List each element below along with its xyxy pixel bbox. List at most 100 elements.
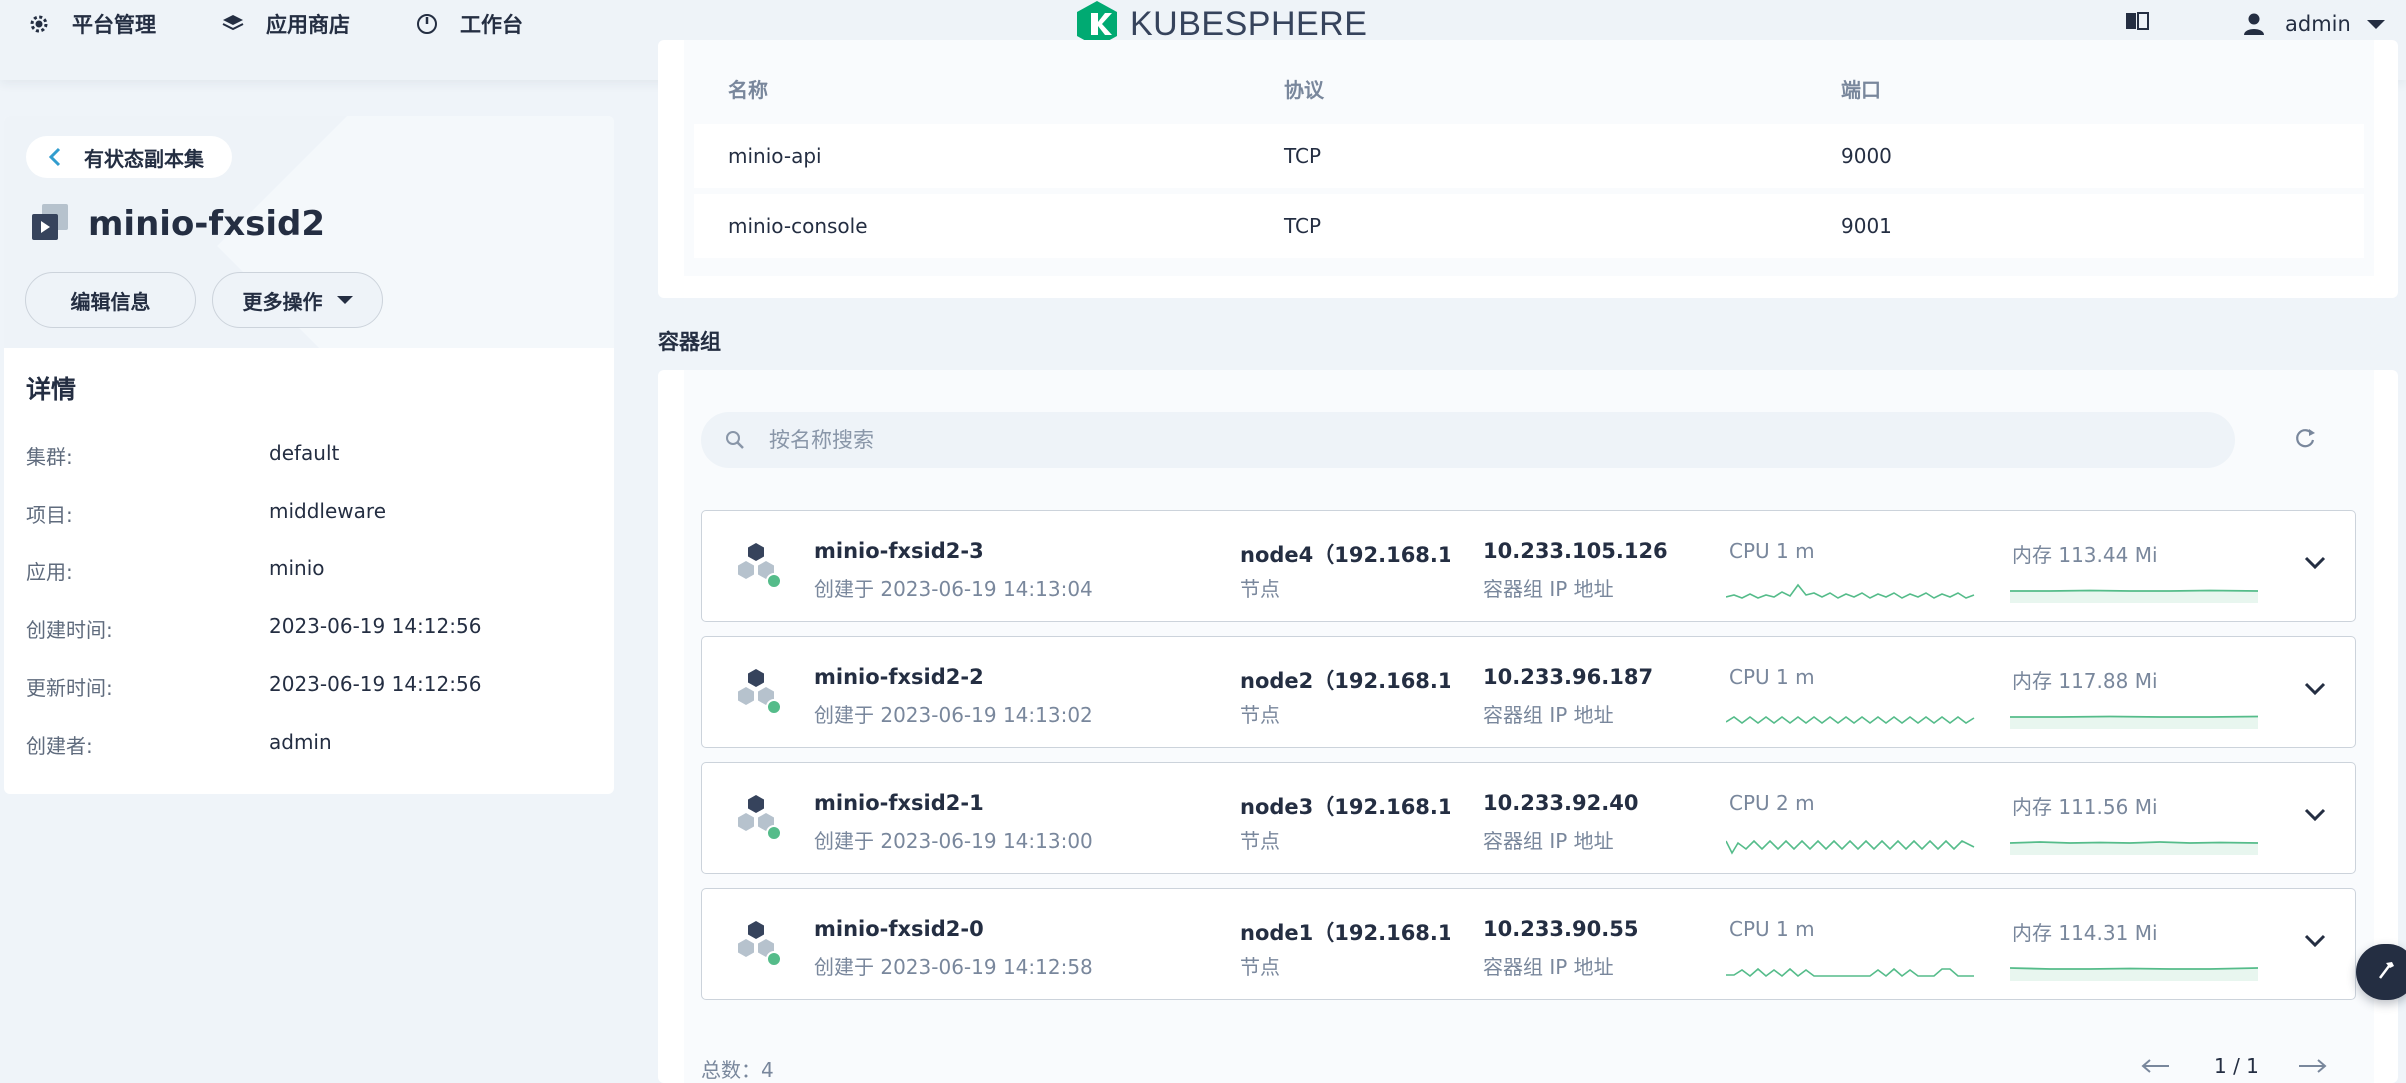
detail-value-cluster: default [269, 441, 340, 465]
detail-label-creator: 创建者: [26, 734, 93, 758]
search-icon [725, 430, 745, 450]
pods-total-count: 总数：4 [701, 1058, 774, 1082]
pod-ip-label: 容器组 IP 地址 [1483, 829, 1614, 853]
pod-icon [736, 793, 784, 849]
pod-search-bar[interactable] [701, 412, 2235, 468]
caret-down-icon [336, 296, 353, 304]
pod-node-label: 节点 [1240, 829, 1280, 853]
user-icon [2243, 12, 2265, 36]
detail-value-app: minio [269, 556, 325, 580]
back-button[interactable]: 有状态副本集 [26, 136, 232, 178]
pod-node-label: 节点 [1240, 577, 1280, 601]
pod-node[interactable]: node1（192.168.1.... [1240, 917, 1450, 947]
detail-value-created: 2023-06-19 14:12:56 [269, 614, 482, 638]
detail-value-creator: admin [269, 730, 332, 754]
pod-cpu-usage: CPU 1 m [1729, 539, 1815, 563]
toolbox-button[interactable] [2356, 944, 2406, 1000]
port-protocol: TCP [1284, 144, 1322, 168]
pod-ip: 10.233.96.187 [1483, 665, 1654, 689]
pod-icon [736, 919, 784, 975]
pods-section-title: 容器组 [658, 330, 721, 354]
port-name: minio-console [728, 214, 868, 238]
pod-node-label: 节点 [1240, 703, 1280, 727]
pod-ip: 10.233.90.55 [1483, 917, 1639, 941]
pod-name[interactable]: minio-fxsid2-0 [814, 917, 984, 941]
memory-sparkline [2010, 967, 2259, 981]
ports-table: 名称 协议 端口 minio-api TCP 9000 minio-consol… [684, 40, 2374, 276]
pod-name[interactable]: minio-fxsid2-1 [814, 791, 984, 815]
edit-info-label: 编辑信息 [70, 289, 151, 314]
memory-sparkline [2010, 589, 2259, 603]
chevron-down-icon [2366, 19, 2385, 29]
ports-header-name: 名称 [728, 78, 768, 102]
pod-ip: 10.233.105.126 [1483, 539, 1668, 563]
cpu-sparkline [1726, 967, 1974, 978]
resource-name: minio-fxsid2 [88, 204, 326, 244]
pod-row[interactable]: minio-fxsid2-0 创建于 2023-06-19 14:12:58 n… [701, 888, 2356, 1000]
nav-workbench[interactable]: 工作台 [414, 6, 523, 42]
pod-created-time: 创建于 2023-06-19 14:13:02 [814, 703, 1093, 727]
dashboard-icon [414, 11, 440, 37]
memory-sparkline [2010, 841, 2259, 855]
more-actions-button[interactable]: 更多操作 [212, 272, 383, 328]
user-name: admin [2285, 12, 2351, 36]
pod-created-time: 创建于 2023-06-19 14:13:04 [814, 577, 1093, 601]
pod-created-time: 创建于 2023-06-19 14:13:00 [814, 829, 1093, 853]
user-menu[interactable]: admin [2243, 6, 2385, 42]
chevron-left-icon [48, 147, 62, 167]
pod-cpu-usage: CPU 1 m [1729, 917, 1815, 941]
nav-workbench-label: 工作台 [460, 13, 523, 37]
detail-label-project: 项目: [26, 503, 73, 527]
gear-icon [26, 11, 52, 37]
arrow-right-icon[interactable] [2298, 1058, 2328, 1078]
details-title: 详情 [26, 375, 77, 404]
nav-app-store[interactable]: 应用商店 [220, 6, 350, 42]
pod-created-time: 创建于 2023-06-19 14:12:58 [814, 955, 1093, 979]
pod-row[interactable]: minio-fxsid2-3 创建于 2023-06-19 14:13:04 n… [701, 510, 2356, 622]
pod-node[interactable]: node3（192.168.1.... [1240, 791, 1450, 821]
nav-appstore-label: 应用商店 [266, 13, 350, 37]
more-actions-label: 更多操作 [242, 289, 323, 314]
back-label: 有状态副本集 [84, 146, 204, 171]
ports-header-protocol: 协议 [1284, 78, 1324, 102]
pod-name[interactable]: minio-fxsid2-2 [814, 665, 984, 689]
refresh-icon[interactable] [2292, 425, 2318, 455]
pod-cpu-usage: CPU 2 m [1729, 791, 1815, 815]
memory-sparkline [2010, 715, 2259, 729]
ports-header-port: 端口 [1841, 78, 1881, 102]
port-row: minio-api TCP 9000 [694, 124, 2364, 188]
nav-platform-management[interactable]: 平台管理 [26, 6, 156, 42]
pod-ip: 10.233.92.40 [1483, 791, 1639, 815]
resource-detail-panel: 有状态副本集 minio-fxsid2 编辑信息 更多操作 详情 集群: def… [4, 116, 614, 794]
chevron-down-icon[interactable] [2304, 807, 2326, 826]
detail-value-updated: 2023-06-19 14:12:56 [269, 672, 482, 696]
layers-icon [220, 11, 246, 37]
hammer-icon [2374, 958, 2398, 986]
pod-node-label: 节点 [1240, 955, 1280, 979]
port-name: minio-api [728, 144, 822, 168]
pod-row[interactable]: minio-fxsid2-1 创建于 2023-06-19 14:13:00 n… [701, 762, 2356, 874]
pod-cpu-usage: CPU 1 m [1729, 665, 1815, 689]
page-indicator: 1 / 1 [2214, 1054, 2259, 1078]
ports-card: 名称 协议 端口 minio-api TCP 9000 minio-consol… [658, 40, 2398, 298]
detail-label-cluster: 集群: [26, 445, 73, 469]
pod-node[interactable]: node2（192.168.1.... [1240, 665, 1450, 695]
nav-platform-label: 平台管理 [72, 13, 156, 37]
chevron-down-icon[interactable] [2304, 681, 2326, 700]
pod-search-input[interactable] [769, 428, 2069, 452]
chevron-down-icon[interactable] [2304, 555, 2326, 574]
edit-info-button[interactable]: 编辑信息 [25, 272, 196, 328]
port-protocol: TCP [1284, 214, 1322, 238]
book-icon[interactable] [2124, 10, 2150, 36]
pod-memory-usage: 内存 113.44 Mi [2012, 543, 2158, 567]
pod-icon [736, 541, 784, 597]
pod-memory-usage: 内存 114.31 Mi [2012, 921, 2158, 945]
arrow-left-icon[interactable] [2140, 1058, 2170, 1078]
pod-icon [736, 667, 784, 723]
pod-node[interactable]: node4（192.168.1.... [1240, 539, 1450, 569]
pod-name[interactable]: minio-fxsid2-3 [814, 539, 984, 563]
chevron-down-icon[interactable] [2304, 933, 2326, 952]
detail-label-app: 应用: [26, 560, 73, 584]
resource-title: minio-fxsid2 [30, 202, 325, 246]
pod-row[interactable]: minio-fxsid2-2 创建于 2023-06-19 14:13:02 n… [701, 636, 2356, 748]
